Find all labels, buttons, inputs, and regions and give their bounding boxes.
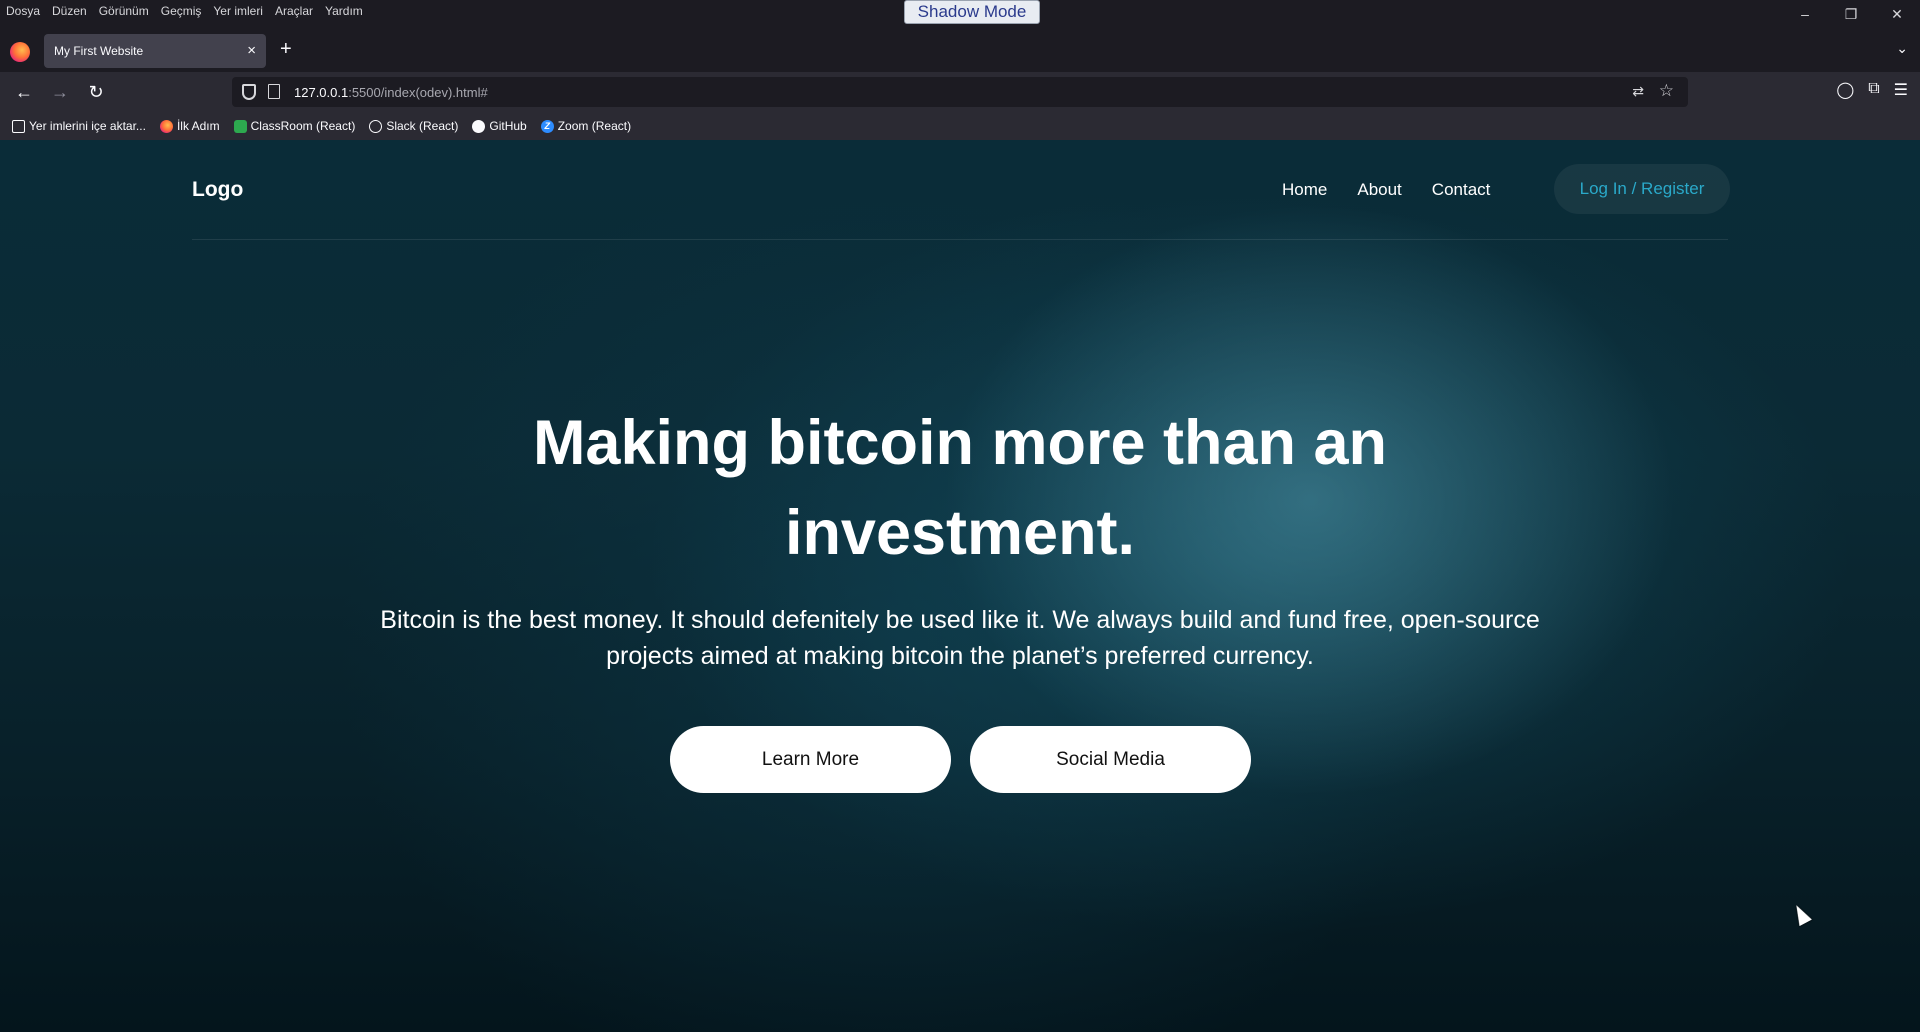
bookmark-slack[interactable]: Slack (React) xyxy=(369,119,458,133)
forward-arrow-icon[interactable]: → xyxy=(48,80,72,104)
nav-contact[interactable]: Contact xyxy=(1432,180,1491,200)
social-media-button[interactable]: Social Media xyxy=(970,726,1251,793)
restore-icon[interactable]: ❐ xyxy=(1828,0,1874,28)
shield-icon[interactable] xyxy=(242,84,256,100)
website-viewport: Logo Home About Contact Log In / Registe… xyxy=(0,140,1920,1032)
menu-history[interactable]: Geçmiş xyxy=(161,4,202,18)
bookmark-ilk-adim[interactable]: İlk Adım xyxy=(159,119,220,133)
site-nav: Home About Contact xyxy=(1282,180,1490,200)
hero-description: Bitcoin is the best money. It should def… xyxy=(380,606,1540,670)
pocket-icon[interactable]: ◯ xyxy=(1836,80,1854,100)
mouse-cursor-icon xyxy=(1790,901,1812,927)
chevron-down-icon[interactable]: ⌄ xyxy=(1896,40,1908,57)
zoom-icon: Z xyxy=(540,119,554,133)
bookmark-import[interactable]: Yer imlerini içe aktar... xyxy=(12,119,146,133)
login-register-button[interactable]: Log In / Register xyxy=(1554,164,1730,214)
translate-icon[interactable]: ⇄ xyxy=(1632,83,1644,100)
address-bar[interactable]: 127.0.0.1:5500/index(odev).html# ⇄ ☆ xyxy=(232,77,1688,107)
reload-icon[interactable]: ↻ xyxy=(84,80,108,104)
bookmark-classroom[interactable]: ClassRoom (React) xyxy=(233,119,356,133)
menu-bookmarks[interactable]: Yer imleri xyxy=(213,4,263,18)
globe-icon xyxy=(369,119,383,133)
menu-file[interactable]: Dosya xyxy=(6,4,40,18)
site-header: Logo Home About Contact Log In / Registe… xyxy=(192,140,1730,240)
window-controls: – ❐ ✕ xyxy=(1782,0,1920,28)
browser-tab[interactable]: My First Website × xyxy=(44,34,266,68)
bookmark-label: Slack (React) xyxy=(386,119,459,133)
url-host: 127.0.0.1 xyxy=(294,85,349,100)
classroom-icon xyxy=(233,119,247,133)
learn-more-button[interactable]: Learn More xyxy=(670,726,951,793)
back-arrow-icon[interactable]: ← xyxy=(12,80,36,104)
minimize-icon[interactable]: – xyxy=(1782,0,1828,28)
github-icon xyxy=(472,119,486,133)
tab-close-icon[interactable]: × xyxy=(247,42,256,59)
bookmark-label: ClassRoom (React) xyxy=(250,119,356,133)
bookmark-label: Zoom (React) xyxy=(557,119,632,133)
firefox-icon xyxy=(10,42,30,62)
bookmarks-bar: Yer imlerini içe aktar... İlk Adım Class… xyxy=(0,112,1920,140)
page-icon xyxy=(268,84,280,99)
bookmark-github[interactable]: GitHub xyxy=(472,119,527,133)
url-text[interactable]: 127.0.0.1:5500/index(odev).html# xyxy=(294,85,488,100)
bookmark-label: Yer imlerini içe aktar... xyxy=(29,119,146,133)
firefox-icon xyxy=(159,119,173,133)
bookmark-zoom[interactable]: Z Zoom (React) xyxy=(540,119,632,133)
menu-view[interactable]: Görünüm xyxy=(99,4,149,18)
menu-help[interactable]: Yardım xyxy=(325,4,363,18)
nav-about[interactable]: About xyxy=(1357,180,1401,200)
nav-home[interactable]: Home xyxy=(1282,180,1327,200)
import-icon xyxy=(12,119,25,133)
shadow-mode-badge[interactable]: Shadow Mode xyxy=(904,0,1040,24)
menu-edit[interactable]: Düzen xyxy=(52,4,87,18)
star-icon[interactable]: ☆ xyxy=(1659,81,1674,101)
url-path: :5500/index(odev).html# xyxy=(348,85,488,100)
bookmark-label: GitHub xyxy=(489,119,527,133)
toolbar-right: ◯ ⧉ ☰ xyxy=(1836,80,1908,100)
tab-title: My First Website xyxy=(54,44,144,58)
menu-tools[interactable]: Araçlar xyxy=(275,4,313,18)
new-tab-icon[interactable]: + xyxy=(280,38,292,61)
hamburger-menu-icon[interactable]: ☰ xyxy=(1894,80,1908,100)
close-window-icon[interactable]: ✕ xyxy=(1874,0,1920,28)
site-logo[interactable]: Logo xyxy=(192,178,243,202)
bookmark-label: İlk Adım xyxy=(176,119,220,133)
extensions-icon[interactable]: ⧉ xyxy=(1868,80,1879,100)
hero-title: Making bitcoin more than an investment. xyxy=(532,408,1388,568)
